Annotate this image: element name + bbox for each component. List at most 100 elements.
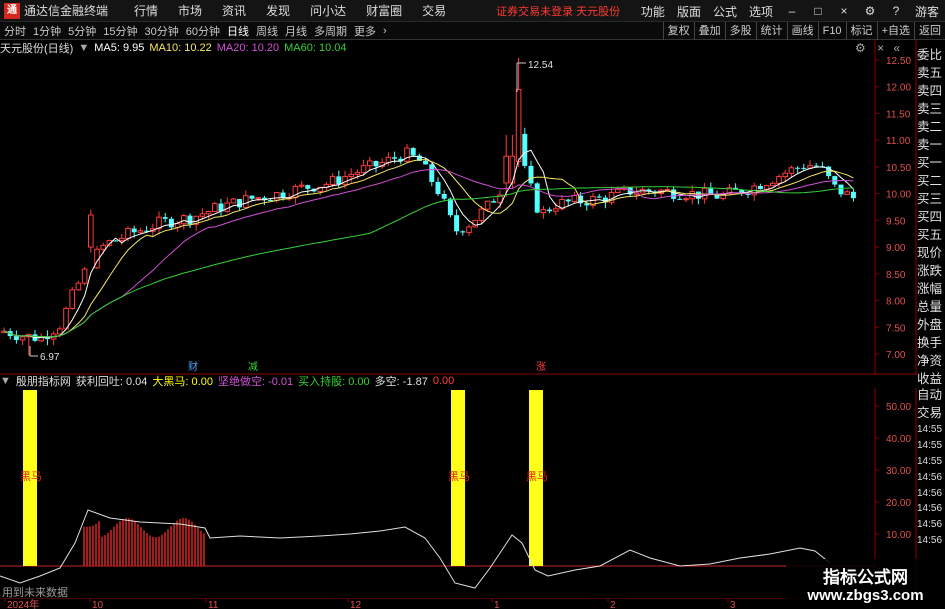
candle-body-up [125, 227, 131, 239]
menu-options[interactable]: 选项 [749, 3, 773, 20]
menu-function[interactable]: 功能 [641, 3, 665, 20]
y-tick-label: 10.00 [886, 530, 911, 541]
btn-add-watchlist[interactable]: +自选 [876, 22, 914, 40]
y-tick-label: 11.50 [886, 109, 911, 120]
indicator-bars [0, 518, 875, 567]
login-warning[interactable]: 证券交易未登录 天元股份 [496, 3, 620, 19]
period-weekly[interactable]: 周线 [256, 23, 278, 39]
candle-body-up [367, 160, 373, 167]
candle-body-up [553, 208, 559, 212]
settings-icon[interactable]: ⚙ [863, 4, 877, 18]
y-tick-label: 11.00 [886, 136, 911, 147]
candle-body-down [373, 160, 379, 167]
auto-trade-label[interactable]: 交易 [917, 404, 945, 422]
candle-body-down [565, 199, 571, 202]
app-logo-icon: 通 [4, 2, 20, 19]
tick-time: 14:56 [917, 519, 943, 531]
y-tick-label: 8.00 [886, 297, 906, 308]
help-icon[interactable]: ? [889, 4, 903, 18]
menu-layout[interactable]: 版面 [677, 3, 701, 20]
candle-body-up [484, 200, 491, 210]
indicator-value-short: 坚绝做空: -0.01 [217, 376, 294, 388]
maximize-icon[interactable]: □ [811, 4, 825, 18]
candlestick-chart[interactable]: 12.50 12.00 11.50 11.00 10.50 10.00 9.50 9.00 8.… [0, 40, 917, 375]
menu-markets[interactable]: 市场 [178, 2, 202, 19]
btn-back[interactable]: 返回 [914, 22, 945, 40]
candle-body-up [515, 88, 522, 163]
btn-adjust[interactable]: 复权 [662, 22, 694, 40]
candle-body-up [199, 213, 206, 217]
candle-body-up [770, 182, 776, 187]
period-5min[interactable]: 5分钟 [68, 23, 96, 39]
candle-body-up [69, 289, 76, 309]
horse-bar-label: 黑马 [20, 470, 42, 483]
menu-market[interactable]: 行情 [134, 2, 158, 19]
candle-body-up [205, 210, 212, 215]
candle-body-up [615, 188, 621, 193]
side-label: 总量 [917, 300, 943, 314]
period-more[interactable]: 更多 [354, 23, 376, 39]
candle-body-up [348, 173, 354, 178]
auto-trade-panel[interactable]: 自动 交易 14:55 14:55 14:55 14:56 14:56 14:5… [917, 386, 945, 550]
period-30min[interactable]: 30分钟 [145, 23, 179, 39]
tick-time: 14:55 [917, 424, 943, 435]
candle-body-up [224, 202, 230, 212]
future-data-note: 用到未来数据 [2, 587, 68, 599]
indicator-name[interactable]: 殷朋指标网 [16, 373, 71, 389]
menu-ask[interactable]: 问小达 [310, 2, 346, 19]
indicator-chart[interactable]: 黑马 黑马 黑马 50.00 40.00 30.00 20.00 10.00 [0, 388, 917, 598]
dropdown-icon[interactable]: ▼ [0, 375, 11, 387]
candle-body-down [168, 218, 174, 228]
menu-news[interactable]: 资讯 [222, 2, 246, 19]
period-1min[interactable]: 1分钟 [33, 23, 61, 39]
window-controls: 功能 版面 公式 选项 – □ × ⚙ ? 游客 [635, 0, 945, 22]
btn-overlay[interactable]: 叠加 [693, 22, 725, 40]
period-60min[interactable]: 60分钟 [186, 23, 220, 39]
period-monthly[interactable]: 月线 [285, 23, 307, 39]
candle-body-down [13, 336, 19, 340]
period-15min[interactable]: 15分钟 [103, 23, 137, 39]
period-toolbar: 分时 1分钟 5分钟 15分钟 30分钟 60分钟 日线 周线 月线 多周期 更… [0, 22, 945, 40]
y-tick-label: 30.00 [886, 466, 911, 477]
side-label: 卖二 [917, 120, 943, 134]
candle-body-up [776, 176, 782, 184]
event-mark-rise[interactable]: 涨 [536, 361, 546, 373]
tick-time: 14:55 [917, 439, 943, 451]
y-tick-label: 12.50 [886, 56, 911, 67]
event-mark-finance[interactable]: 财 [188, 360, 198, 373]
side-label: 卖四 [917, 84, 943, 98]
auto-trade-label[interactable]: 自动 [917, 386, 945, 404]
close-icon[interactable]: × [837, 4, 851, 18]
period-timeshare[interactable]: 分时 [4, 23, 26, 39]
side-label: 买四 [917, 210, 943, 224]
btn-f10[interactable]: F10 [817, 22, 846, 40]
guest-label[interactable]: 游客 [915, 3, 939, 20]
chevron-right-icon[interactable]: › [383, 25, 387, 37]
candle-body-up [100, 244, 107, 250]
side-label: 买二 [917, 174, 943, 188]
period-multi[interactable]: 多周期 [314, 23, 347, 39]
candle-body-down [547, 209, 553, 212]
event-mark-reduce[interactable]: 减 [248, 361, 258, 373]
menu-wealth[interactable]: 财富圈 [366, 2, 402, 19]
indicator-line [0, 509, 831, 589]
indicator-value-horse: 大黑马: 0.00 [152, 376, 213, 388]
btn-draw[interactable]: 画线 [786, 22, 818, 40]
y-axis-ticks: 12.50 12.00 11.50 11.00 10.50 10.00 9.50 9.00 8.… [875, 56, 911, 361]
candle-body-down [249, 195, 255, 199]
btn-mark[interactable]: 标记 [845, 22, 877, 40]
menu-trade[interactable]: 交易 [422, 2, 446, 19]
tick-time: 14:56 [917, 487, 943, 499]
period-daily[interactable]: 日线 [227, 23, 249, 39]
menu-discover[interactable]: 发现 [266, 2, 290, 19]
ma5-line [3, 149, 854, 339]
quote-side-panel[interactable]: 委比 卖五 卖四 卖三 卖二 卖一 买一 买二 买三 买四 买五 现价 涨跌 涨… [917, 46, 945, 388]
minimize-icon[interactable]: – [785, 4, 799, 18]
candle-body-up [478, 208, 485, 221]
menu-formula[interactable]: 公式 [713, 3, 737, 20]
side-label: 买一 [917, 156, 943, 170]
candle-body-down [162, 217, 168, 219]
btn-stats[interactable]: 统计 [755, 22, 787, 40]
candle-body-down [838, 184, 844, 195]
btn-multistock[interactable]: 多股 [724, 22, 756, 40]
